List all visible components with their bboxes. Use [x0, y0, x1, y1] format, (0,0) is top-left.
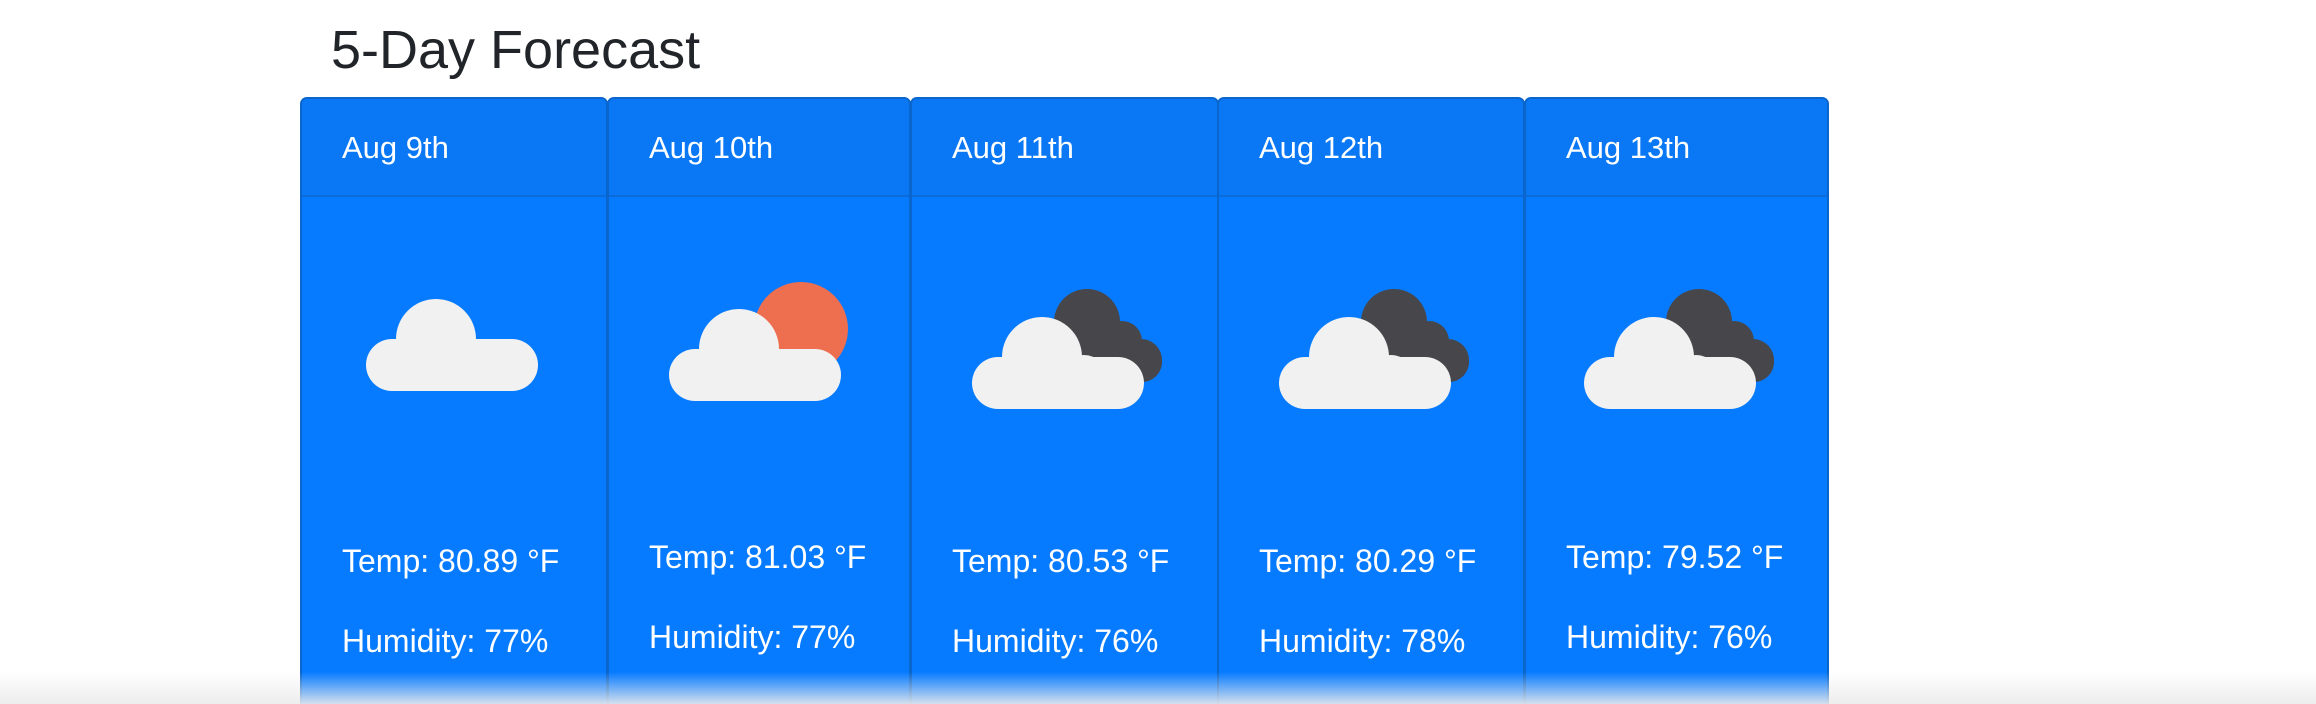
forecast-humidity: Humidity: 77% — [649, 619, 856, 655]
forecast-date: Aug 10th — [609, 99, 909, 197]
forecast-card: Aug 13th Temp: 79.52 °F Humidity: 76% — [1524, 97, 1829, 704]
forecast-date: Aug 13th — [1526, 99, 1827, 197]
forecast-card: Aug 11th Temp: 80.53 °F Humidity: 76% — [910, 97, 1219, 704]
dark-cloud-icon — [972, 289, 1162, 409]
forecast-humidity: Humidity: 78% — [1259, 623, 1466, 659]
cloud-icon — [366, 299, 538, 391]
forecast-temp: Temp: 79.52 °F — [1566, 539, 1784, 575]
forecast-temp: Temp: 80.29 °F — [1259, 543, 1477, 579]
forecast-humidity: Humidity: 76% — [952, 623, 1159, 659]
forecast-temp: Temp: 80.89 °F — [342, 543, 560, 579]
forecast-humidity: Humidity: 76% — [1566, 619, 1773, 655]
forecast-card: Aug 9th Temp: 80.89 °F Humidity: 77% — [300, 97, 608, 704]
forecast-date: Aug 9th — [302, 99, 606, 197]
forecast-date: Aug 12th — [1219, 99, 1523, 197]
dark-cloud-icon — [1279, 289, 1469, 409]
forecast-temp: Temp: 81.03 °F — [649, 539, 867, 575]
page-title: 5-Day Forecast — [331, 20, 701, 80]
partly-sunny-cloud-icon — [669, 282, 848, 401]
forecast-card: Aug 10th Temp: 81.03 °F Humidity: 77% — [607, 97, 911, 704]
forecast-humidity: Humidity: 77% — [342, 623, 549, 659]
dark-cloud-icon — [1584, 289, 1774, 409]
forecast-card: Aug 12th Temp: 80.29 °F Humidity: 78% — [1217, 97, 1525, 704]
forecast-date: Aug 11th — [912, 99, 1217, 197]
forecast-temp: Temp: 80.53 °F — [952, 543, 1170, 579]
